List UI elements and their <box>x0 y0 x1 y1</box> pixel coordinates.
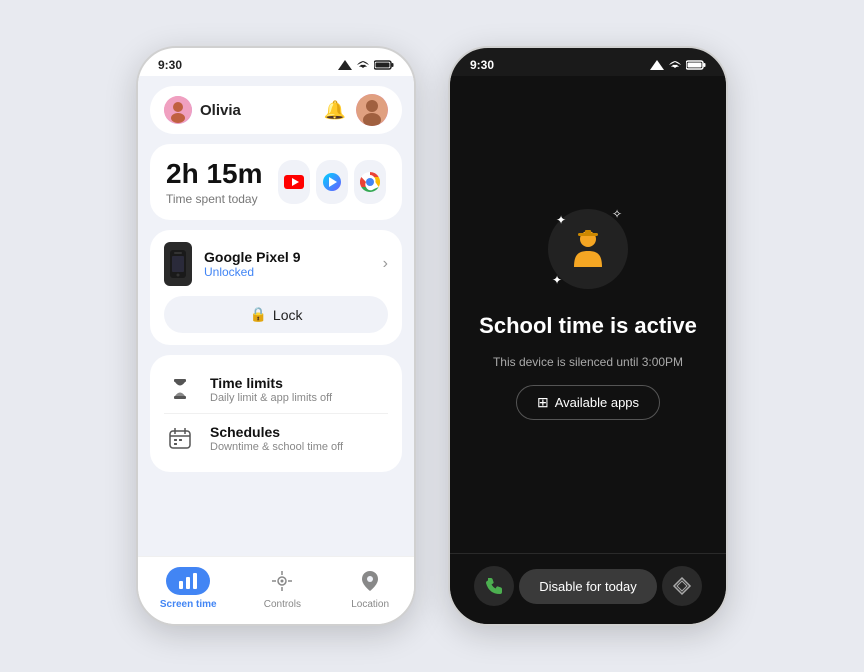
nav-label-location: Location <box>351 599 389 610</box>
bell-icon[interactable]: 🔔 <box>324 100 346 121</box>
status-icons <box>338 60 394 70</box>
screen-time-card: 2h 15m Time spent today <box>150 144 402 220</box>
nav-label-controls: Controls <box>264 599 301 610</box>
light-phone: 9:30 <box>136 46 416 626</box>
top-bar: Olivia 🔔 <box>150 86 402 134</box>
nav-item-location[interactable]: Location <box>348 567 392 610</box>
time-card-row: 2h 15m Time spent today <box>166 158 386 206</box>
nav-item-screentime[interactable]: Screen time <box>160 567 217 610</box>
time-display: 2h 15m <box>166 158 263 190</box>
list-card: Time limits Daily limit & app limits off <box>150 355 402 472</box>
controls-icon <box>272 571 292 591</box>
bottom-nav: Screen time Controls <box>138 556 414 624</box>
lock-icon: 🔒 <box>249 306 266 323</box>
list-item-timelimits[interactable]: Time limits Daily limit & app limits off <box>164 365 388 413</box>
device-card: Google Pixel 9 Unlocked › 🔒 Lock <box>150 230 402 345</box>
phone-content: Olivia 🔔 2h 15m Time spent today <box>138 76 414 556</box>
avatar-large-image <box>356 94 388 126</box>
dark-status-time: 9:30 <box>470 58 494 72</box>
screentime-icon <box>179 573 197 589</box>
nav-item-controls[interactable]: Controls <box>260 567 304 610</box>
school-title: School time is active <box>479 313 697 339</box>
play-icon <box>323 173 341 191</box>
phone-call-icon <box>484 576 504 596</box>
top-bar-right: 🔔 <box>324 94 388 126</box>
hourglass-icon <box>169 378 191 400</box>
available-apps-label: Available apps <box>555 395 639 410</box>
timelimits-text: Time limits Daily limit & app limits off <box>210 375 332 404</box>
chevron-right-icon: › <box>383 255 388 273</box>
time-info: 2h 15m Time spent today <box>166 158 263 206</box>
available-apps-button[interactable]: ⊞ Available apps <box>516 385 660 420</box>
status-time: 9:30 <box>158 58 182 72</box>
time-label: Time spent today <box>166 192 263 206</box>
school-subtitle: This device is silenced until 3:00PM <box>493 355 683 369</box>
wifi-icon <box>356 60 370 70</box>
youtube-icon <box>284 175 304 189</box>
signal-icon <box>338 60 352 70</box>
dark-signal-icon <box>650 60 664 70</box>
timelimits-icon <box>164 373 196 405</box>
app-icon-youtube[interactable] <box>278 160 310 204</box>
avatar-image <box>164 96 192 124</box>
chrome-icon <box>360 172 380 192</box>
sparkle-tl: ✦ <box>556 213 566 227</box>
user-avatar-large[interactable] <box>356 94 388 126</box>
lock-button[interactable]: 🔒 Lock <box>164 296 388 333</box>
app-icons-row <box>278 160 386 204</box>
device-status: Unlocked <box>204 265 300 279</box>
phone-call-button[interactable] <box>474 566 514 606</box>
location-icon-wrap <box>348 567 392 595</box>
calendar-icon <box>169 427 191 449</box>
user-name: Olivia <box>200 102 241 119</box>
schedules-icon <box>164 422 196 454</box>
dark-content: ✦ ✧ ✦ School time is active This device … <box>450 76 726 553</box>
device-name: Google Pixel 9 <box>204 249 300 265</box>
nav-label-screentime: Screen time <box>160 599 217 610</box>
list-item-schedules[interactable]: Schedules Downtime & school time off <box>164 413 388 462</box>
status-bar-dark: 9:30 <box>450 48 726 76</box>
device-info: Google Pixel 9 Unlocked <box>164 242 300 286</box>
school-person-icon <box>564 225 612 273</box>
diamond-button[interactable] <box>662 566 702 606</box>
school-icon-circle: ✦ ✧ ✦ <box>548 209 628 289</box>
sparkle-bl: ✦ <box>552 273 562 287</box>
location-icon <box>362 571 378 591</box>
dark-phone: 9:30 ✦ ✧ ✦ <box>448 46 728 626</box>
timelimits-title: Time limits <box>210 375 332 391</box>
schedules-text: Schedules Downtime & school time off <box>210 424 343 453</box>
disable-today-button[interactable]: Disable for today <box>519 569 657 604</box>
battery-icon <box>374 60 394 70</box>
device-text: Google Pixel 9 Unlocked <box>204 249 300 279</box>
timelimits-subtitle: Daily limit & app limits off <box>210 392 332 404</box>
pixel-icon <box>170 250 186 278</box>
status-bar-light: 9:30 <box>138 48 414 76</box>
dark-wifi-icon <box>668 60 682 70</box>
dark-bottom-nav: Disable for today <box>450 553 726 624</box>
controls-icon-wrap <box>260 567 304 595</box>
diamond-icon <box>672 576 692 596</box>
dark-battery-icon <box>686 60 706 70</box>
sparkle-tr: ✧ <box>612 207 622 221</box>
screentime-icon-wrap <box>166 567 210 595</box>
schedules-title: Schedules <box>210 424 343 440</box>
dark-status-icons <box>650 60 706 70</box>
app-icon-chrome[interactable] <box>354 160 386 204</box>
device-row[interactable]: Google Pixel 9 Unlocked › <box>164 242 388 286</box>
schedules-subtitle: Downtime & school time off <box>210 441 343 453</box>
grid-icon: ⊞ <box>537 394 549 411</box>
lock-label: Lock <box>273 307 303 323</box>
app-icon-play[interactable] <box>316 160 348 204</box>
avatar <box>164 96 192 124</box>
top-bar-left: Olivia <box>164 96 241 124</box>
disable-today-label: Disable for today <box>539 579 637 594</box>
phone-device-icon <box>164 242 192 286</box>
